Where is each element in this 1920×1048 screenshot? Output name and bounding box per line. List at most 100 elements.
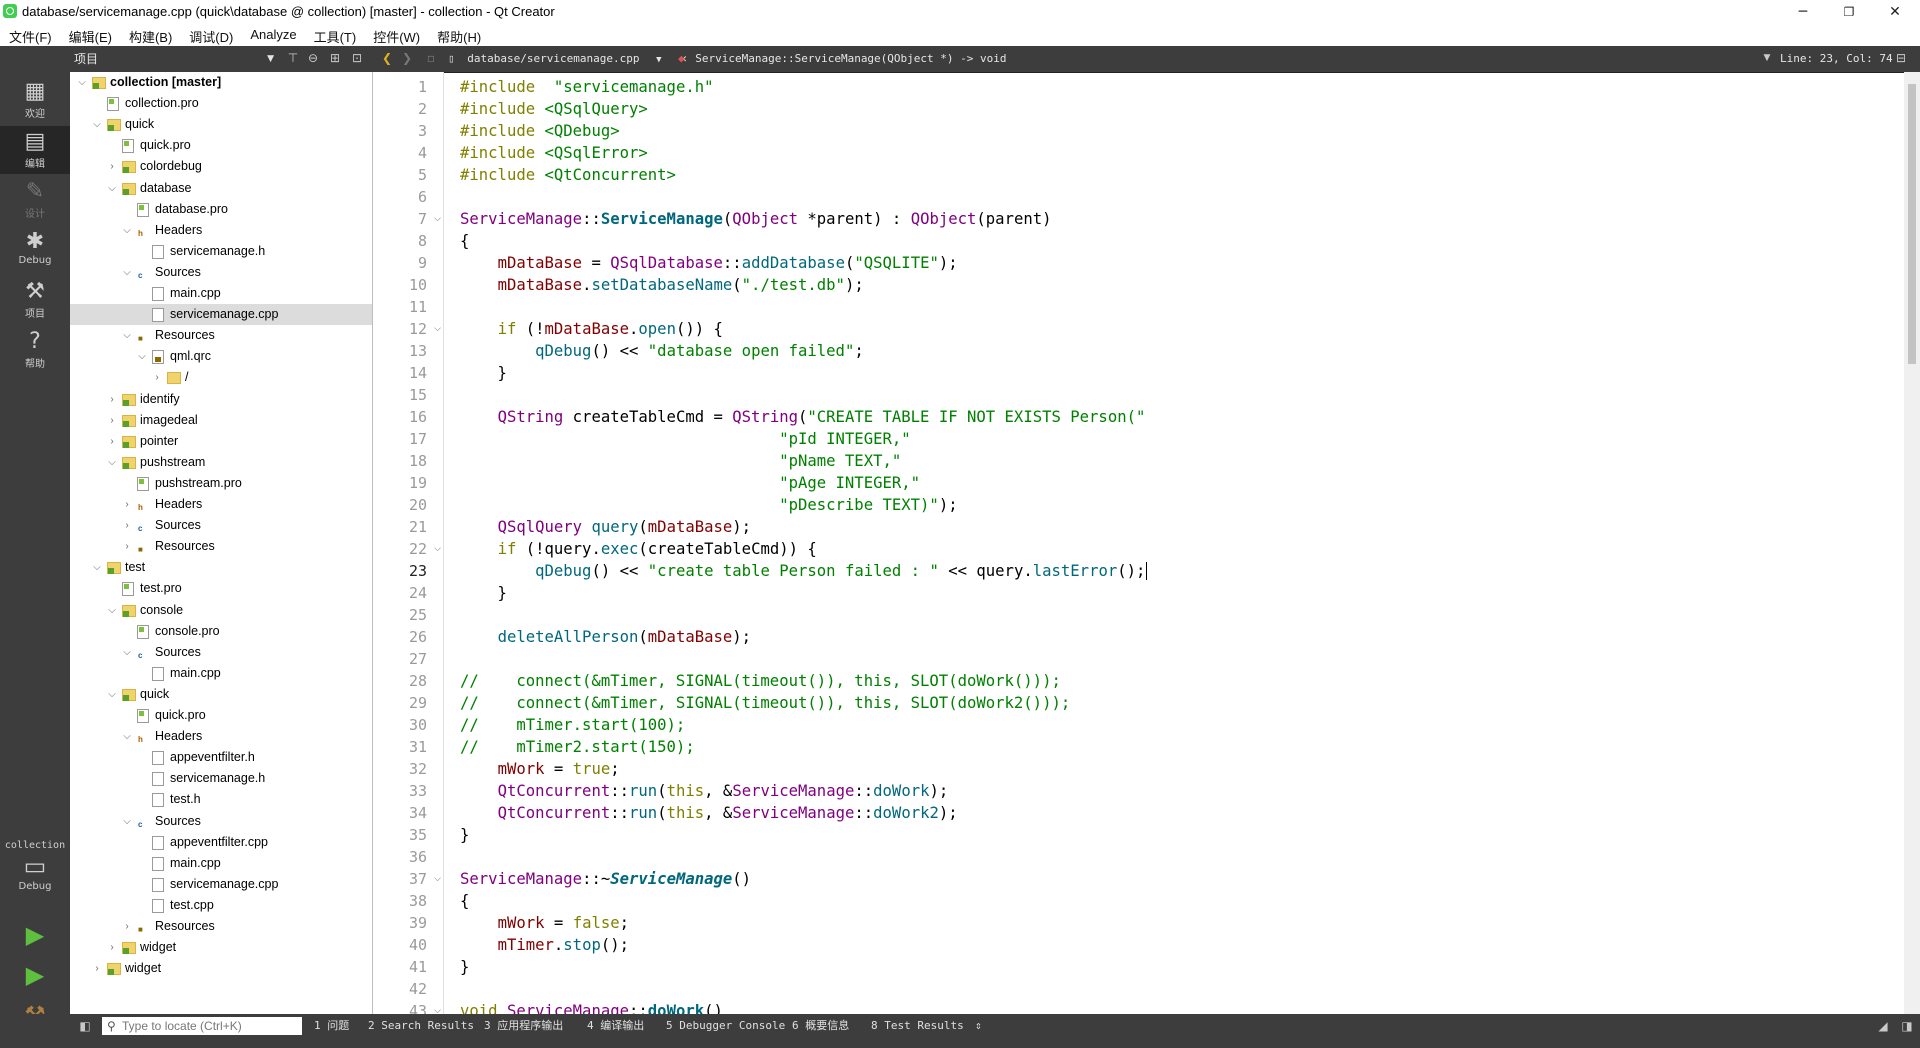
code-line[interactable]: // connect(&mTimer, SIGNAL(timeout()), t… (460, 670, 1061, 692)
expand-down-icon[interactable]: ⌵ (76, 72, 88, 93)
menu-analyze[interactable]: Analyze (241, 24, 304, 46)
code-line[interactable]: QString createTableCmd = QString("CREATE… (460, 406, 1146, 428)
tree-item[interactable]: servicemanage.h (70, 241, 372, 262)
expand-down-icon[interactable]: ⌵ (121, 262, 133, 283)
tree-item[interactable]: test.h (70, 789, 372, 810)
expand-down-icon[interactable]: ⌵ (121, 220, 133, 241)
back-icon[interactable]: ❮ (380, 51, 394, 65)
line-number-gutter[interactable]: 1 2 3 4 5 6 7 ⌵ 8 9 10 11 12 ⌵ 13 14 15 16 17 18 19 20 21 22 ⌵ 23… (373, 72, 444, 1020)
code-line[interactable]: deleteAllPerson(mDataBase); (460, 626, 752, 648)
code-line[interactable]: mDataBase.setDatabaseName("./test.db"); (460, 274, 864, 296)
pane-application-output[interactable]: 3 应用程序输出 (484, 1014, 563, 1038)
code-line[interactable]: mDataBase = QSqlDatabase::addDatabase("Q… (460, 252, 958, 274)
kit-selector[interactable]: collection ▭ Debug (0, 840, 70, 892)
close-button[interactable]: ✕ (1872, 0, 1918, 24)
link-icon[interactable]: ⊖ (306, 51, 320, 65)
code-line[interactable]: if (!query.exec(createTableCmd)) { (460, 538, 817, 560)
forward-icon[interactable]: ❯ (400, 51, 414, 65)
code-line[interactable]: mWork = true; (460, 758, 620, 780)
project-view-selector[interactable]: 项目 ▼ (70, 46, 280, 72)
code-line[interactable]: // mTimer2.start(150); (460, 736, 695, 758)
split-icon[interactable]: ⊞ (328, 51, 342, 65)
locator-input[interactable]: ⚲ Type to locate (Ctrl+K) (102, 1017, 302, 1035)
open-document-selector[interactable]: ▯ database/servicemanage.cpp ▼ ✕ (448, 46, 687, 72)
menu-file[interactable]: 文件(F) (0, 24, 60, 46)
tree-item[interactable]: › colordebug (70, 156, 372, 177)
tree-item[interactable]: ⌵ console (70, 600, 372, 621)
tree-item[interactable]: main.cpp (70, 283, 372, 304)
tree-item[interactable]: console.pro (70, 621, 372, 642)
expand-down-icon[interactable]: ⌵ (106, 452, 118, 473)
code-line[interactable]: { (460, 890, 469, 912)
debug-run-button[interactable]: ▶ (20, 960, 50, 990)
tree-item[interactable]: ⌵ test (70, 557, 372, 578)
tree-item[interactable]: main.cpp (70, 663, 372, 684)
mode-help[interactable]: ? 帮助 (0, 326, 70, 374)
code-line[interactable]: "pId INTEGER," (460, 428, 910, 450)
code-line[interactable]: "pName TEXT," (460, 450, 901, 472)
tree-item[interactable]: database.pro (70, 199, 372, 220)
tree-item[interactable]: ⌵ qml.qrc (70, 346, 372, 367)
code-line[interactable]: #include "servicemanage.h" (460, 76, 714, 98)
tree-item[interactable]: appeventfilter.h (70, 747, 372, 768)
tree-item[interactable]: ⌵ quick (70, 684, 372, 705)
menu-window[interactable]: 控件(W) (364, 24, 428, 46)
pane-issues[interactable]: 1 问题 (314, 1014, 349, 1038)
menu-edit[interactable]: 编辑(E) (60, 24, 120, 46)
expand-right-icon[interactable]: › (121, 536, 133, 557)
fold-marker-icon[interactable]: ⌵ (434, 538, 441, 560)
toggle-sidebar-icon[interactable]: ◧ (78, 1019, 92, 1033)
mode-welcome[interactable]: ▦ 欢迎 (0, 76, 70, 124)
tree-item[interactable]: › / (70, 367, 372, 388)
code-line[interactable]: QtConcurrent::run(this, &ServiceManage::… (460, 780, 949, 802)
maximize-button[interactable]: ❐ (1826, 0, 1872, 24)
tree-item[interactable]: servicemanage.cpp (70, 304, 372, 326)
tree-item[interactable]: › Resources (70, 536, 372, 560)
tree-item[interactable]: › widget (70, 937, 372, 958)
mode-design[interactable]: ✎ 设计 (0, 176, 70, 224)
expand-right-icon[interactable]: › (106, 431, 118, 452)
code-line[interactable]: if (!mDataBase.open()) { (460, 318, 723, 340)
tree-item[interactable]: ⌵ Sources (70, 262, 372, 286)
code-line[interactable]: } (460, 956, 469, 978)
tree-item[interactable]: ⌵ quick (70, 114, 372, 135)
tree-item[interactable]: pushstream.pro (70, 473, 372, 494)
expand-right-icon[interactable]: › (106, 156, 118, 177)
chevron-down-icon[interactable]: ▼ (1760, 51, 1774, 65)
expand-down-icon[interactable]: ⌵ (136, 346, 148, 367)
code-line[interactable]: } (460, 824, 469, 846)
code-line[interactable]: mWork = false; (460, 912, 629, 934)
code-line[interactable]: #include <QtConcurrent> (460, 164, 676, 186)
tree-item[interactable]: › imagedeal (70, 410, 372, 431)
code-line[interactable]: mTimer.stop(); (460, 934, 629, 956)
tree-item[interactable]: ⌵ database (70, 178, 372, 199)
tree-item[interactable]: appeventfilter.cpp (70, 832, 372, 853)
toggle-right-sidebar-icon[interactable]: ◨ (1900, 1019, 1914, 1033)
mode-projects[interactable]: ⚒ 项目 (0, 276, 70, 324)
tree-item[interactable]: ⌵ Resources (70, 325, 372, 349)
menu-tools[interactable]: 工具(T) (305, 24, 365, 46)
tree-item[interactable]: quick.pro (70, 135, 372, 156)
run-button[interactable]: ▶ (20, 920, 50, 950)
code-line[interactable]: "pAge INTEGER," (460, 472, 920, 494)
pane-search-results[interactable]: 2 Search Results (368, 1014, 474, 1038)
minimize-button[interactable]: ─ (1780, 0, 1826, 24)
code-line[interactable]: qDebug() << "database open failed"; (460, 340, 864, 362)
code-line[interactable]: // mTimer.start(100); (460, 714, 685, 736)
progress-toggle-icon[interactable]: ◢ (1876, 1019, 1890, 1033)
code-line[interactable]: { (460, 230, 469, 252)
code-line[interactable]: #include <QSqlQuery> (460, 98, 648, 120)
code-line[interactable]: ServiceManage::~ServiceManage() (460, 868, 751, 890)
tree-item[interactable]: test.pro (70, 578, 372, 599)
code-line[interactable]: // connect(&mTimer, SIGNAL(timeout()), t… (460, 692, 1070, 714)
expand-down-icon[interactable]: ⌵ (121, 642, 133, 663)
expand-down-icon[interactable]: ⌵ (121, 726, 133, 747)
code-line[interactable]: QtConcurrent::run(this, &ServiceManage::… (460, 802, 958, 824)
expand-right-icon[interactable]: › (121, 515, 133, 536)
tree-item[interactable]: ⌵ collection [master] (70, 72, 372, 93)
tree-item[interactable]: ⌵ pushstream (70, 452, 372, 473)
expand-down-icon[interactable]: ⌵ (106, 178, 118, 199)
expand-down-icon[interactable]: ⌵ (91, 557, 103, 578)
expand-right-icon[interactable]: › (91, 958, 103, 979)
expand-right-icon[interactable]: › (106, 410, 118, 431)
